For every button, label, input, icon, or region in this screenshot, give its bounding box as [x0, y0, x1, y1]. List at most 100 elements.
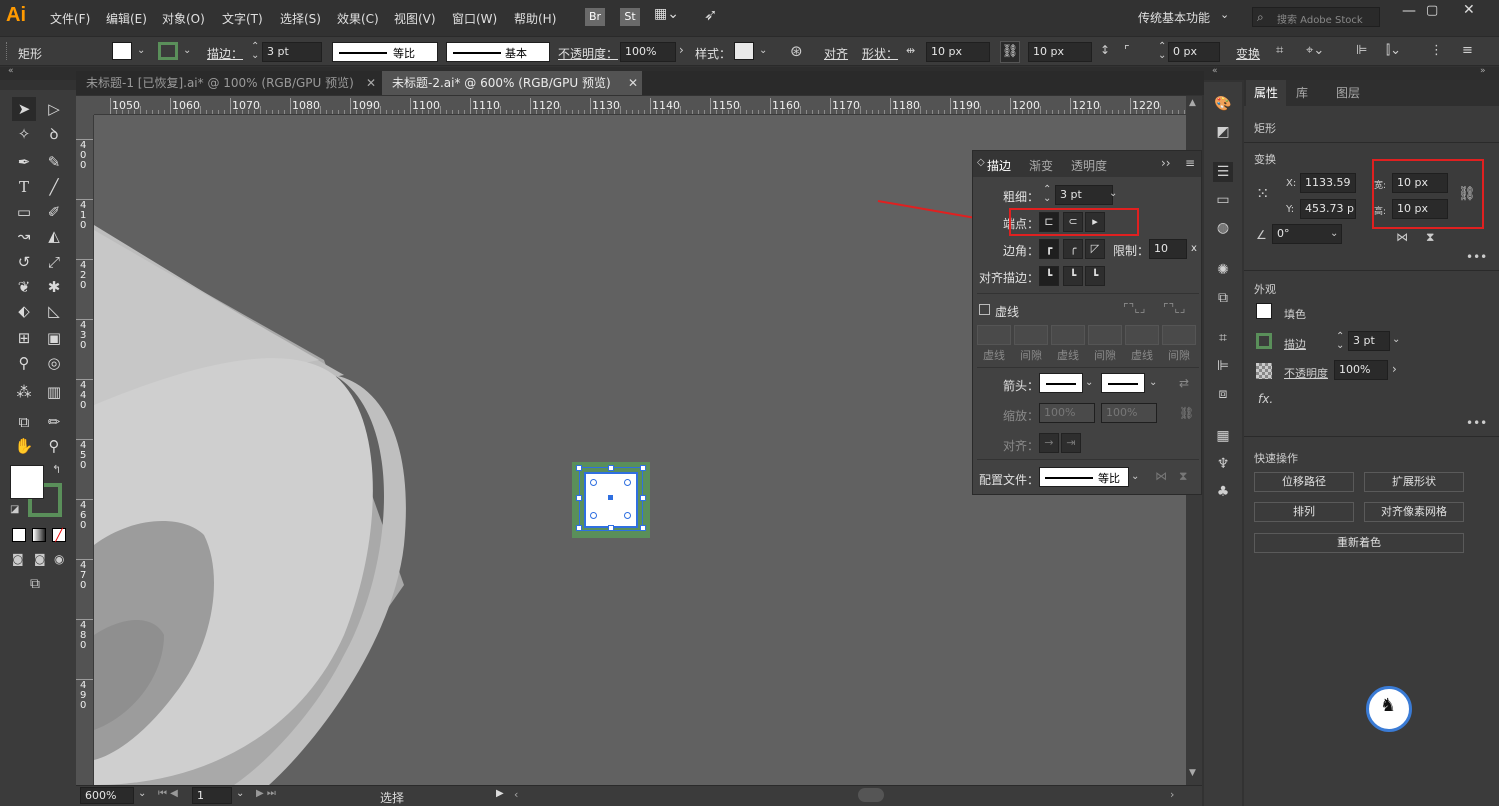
lasso-tool-icon[interactable]: ꝺ [42, 122, 66, 146]
corner-widget[interactable] [624, 479, 631, 486]
tab-gradient[interactable]: 渐变 [1029, 157, 1053, 174]
align-center-icon[interactable]: ┗ [1039, 266, 1059, 286]
dash-field-3[interactable] [1125, 325, 1159, 345]
color-icon[interactable]: ◩ [1213, 122, 1233, 142]
shape-width-field[interactable]: 10 px [926, 42, 990, 62]
stroke-panel-icon[interactable]: ☰ [1213, 162, 1233, 182]
stroke-label[interactable]: 描边： [207, 45, 243, 62]
recolor-icon[interactable]: ⊛ [790, 42, 803, 60]
gap-field-1[interactable] [1014, 325, 1048, 345]
menu-help[interactable]: 帮助(H) [514, 10, 556, 27]
chevron-down-icon[interactable]: ⌄ [137, 45, 145, 56]
menu-edit[interactable]: 编辑(E) [106, 10, 147, 27]
stroke-label[interactable]: 描边 [1284, 336, 1306, 352]
resize-handle[interactable] [608, 465, 614, 471]
round-join-icon[interactable]: ╭ [1063, 239, 1083, 259]
scroll-left-icon[interactable]: ‹ [514, 788, 518, 801]
rectangle-tool-icon[interactable]: ▭ [12, 200, 36, 224]
brush-definition[interactable]: 基本 [446, 42, 550, 62]
chevron-right-icon[interactable]: › [1392, 362, 1397, 376]
tab-layers[interactable]: 图层 [1336, 84, 1360, 101]
color-guide-icon[interactable]: 🎨 [1213, 94, 1233, 114]
stroke-swatch[interactable] [158, 42, 178, 60]
perspective-grid-tool-icon[interactable]: ◺ [42, 299, 66, 323]
blend-tool-icon[interactable]: ◎ [42, 351, 66, 375]
appearance-icon[interactable]: ✺ [1213, 260, 1233, 280]
limit-field[interactable]: 10 [1149, 239, 1187, 259]
more-icon[interactable]: ⋮ [1430, 43, 1443, 58]
stroke-swatch[interactable] [1256, 333, 1272, 349]
scroll-down-icon[interactable]: ▼ [1189, 768, 1196, 778]
tab-libraries[interactable]: 库 [1296, 84, 1308, 101]
shape-height-field[interactable]: 10 px [1028, 42, 1092, 62]
align-outside-icon[interactable]: ┗ [1085, 266, 1105, 286]
y-field[interactable]: 453.73 p [1300, 199, 1356, 219]
fill-color-front[interactable] [10, 465, 44, 499]
chevron-down-icon[interactable]: ⌄ [1085, 377, 1093, 388]
resize-handle[interactable] [640, 525, 646, 531]
resize-handle[interactable] [576, 525, 582, 531]
more-options-icon[interactable]: ••• [1466, 416, 1487, 430]
chevron-down-icon[interactable]: ⌄ [759, 45, 767, 56]
menu-type[interactable]: 文字(T) [222, 10, 263, 27]
chevron-down-icon[interactable]: ⌄ [183, 45, 191, 56]
gradient-tool-icon[interactable]: ▣ [42, 326, 66, 350]
corner-widget[interactable] [590, 512, 597, 519]
flip-across-icon[interactable]: ⧗ [1179, 469, 1187, 484]
stroke-weight-field[interactable]: 3 pt [262, 42, 322, 62]
menu-effect[interactable]: 效果(C) [337, 10, 379, 27]
shape-builder-tool-icon[interactable]: ⬖ [12, 299, 36, 323]
dash-field-2[interactable] [1051, 325, 1085, 345]
minimize-icon[interactable]: — [1402, 3, 1416, 19]
flip-horizontal-icon[interactable]: ⋈ [1396, 230, 1408, 244]
fill-swatch[interactable] [1256, 303, 1272, 319]
pathfinder-icon[interactable]: ⧈ [1213, 384, 1233, 404]
chevron-down-icon[interactable]: ⌄ [1131, 471, 1139, 482]
puppet-warp-tool-icon[interactable]: ✱ [42, 275, 66, 299]
corner-widget[interactable] [590, 479, 597, 486]
draw-inside-icon[interactable]: ◉ [54, 552, 64, 566]
column-graph-tool-icon[interactable]: ▥ [42, 380, 66, 404]
swatches-icon[interactable]: ▦ [1213, 426, 1233, 446]
end-scale-field[interactable]: 100% [1101, 403, 1157, 423]
chevron-down-icon[interactable]: ⌄ [1109, 188, 1117, 199]
tab-properties[interactable]: 属性 [1254, 84, 1278, 101]
end-arrowhead[interactable] [1101, 373, 1145, 393]
more-options-icon[interactable]: ••• [1466, 250, 1487, 264]
shaper-tool-icon[interactable]: ↝ [12, 224, 36, 248]
resize-handle[interactable] [608, 525, 614, 531]
scroll-right-icon[interactable]: › [1170, 788, 1174, 801]
horizontal-ruler[interactable]: 1050 1060 1070 1080 1090 1100 1110 1120 1130 1140… [94, 96, 1186, 115]
shape-label[interactable]: 形状： [862, 45, 898, 62]
stepper-icon[interactable]: ⌃ ⌄ [1336, 332, 1344, 351]
gradient-mode-icon[interactable] [32, 528, 46, 542]
symbols-icon[interactable]: ♣ [1213, 482, 1233, 502]
rocket-icon[interactable]: ➶ [704, 5, 717, 24]
chevron-down-icon[interactable]: ⌄ [1392, 334, 1400, 345]
chevron-right-icon[interactable]: › [679, 43, 684, 57]
stepper-icon[interactable]: ⌃ ⌄ [251, 42, 259, 61]
distribute-icon[interactable]: ⫿⌄ [1386, 43, 1401, 58]
mesh-tool-icon[interactable]: ⊞ [12, 326, 36, 350]
menu-window[interactable]: 窗口(W) [452, 10, 497, 27]
flip-vertical-icon[interactable]: ⧗ [1426, 230, 1434, 245]
doc-tab-1[interactable]: 未标题-1 [已恢复].ai* @ 100% (RGB/GPU 预览) ✕ [76, 71, 380, 95]
scroll-up-icon[interactable]: ▲ [1189, 98, 1196, 108]
menu-view[interactable]: 视图(V) [394, 10, 436, 27]
arrow-tip-extend-icon[interactable]: → [1039, 433, 1059, 453]
pen-tool-icon[interactable]: ✒ [12, 150, 36, 174]
link-scale-icon[interactable]: ⛓ [1179, 406, 1194, 420]
screen-mode-icon[interactable]: ⧉ [30, 576, 40, 592]
ruler-origin[interactable] [76, 96, 94, 115]
magic-wand-tool-icon[interactable]: ✧ [12, 122, 36, 146]
gap-field-3[interactable] [1162, 325, 1196, 345]
zoom-field[interactable]: 600% [80, 787, 134, 804]
graphic-styles-icon[interactable]: ⧉ [1213, 288, 1233, 308]
paintbrush-tool-icon[interactable]: ✐ [42, 200, 66, 224]
opacity-label[interactable]: 不透明度 [1284, 365, 1328, 381]
artboard-tool-icon[interactable]: ⧉ [12, 410, 36, 434]
stock-search[interactable]: ⌕ 搜索 Adobe Stock [1252, 7, 1380, 27]
fx-icon[interactable]: fx. [1258, 392, 1273, 406]
miter-join-icon[interactable]: ┏ [1039, 239, 1059, 259]
dash-field-1[interactable] [977, 325, 1011, 345]
